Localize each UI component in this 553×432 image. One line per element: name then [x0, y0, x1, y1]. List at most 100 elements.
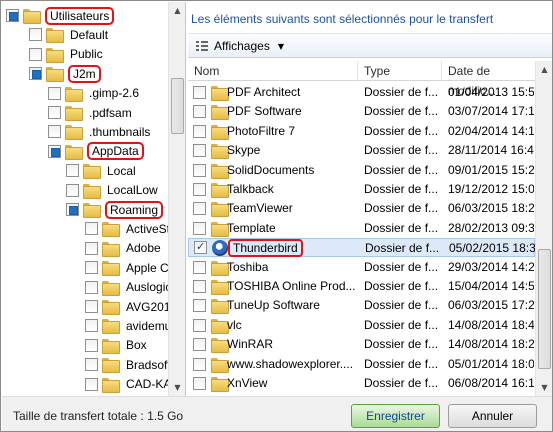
file-checkbox[interactable] [193, 221, 206, 235]
tree-item[interactable]: Box [85, 336, 149, 355]
file-type: Dossier de f... [364, 104, 439, 119]
tree-item-checkbox[interactable] [29, 67, 42, 81]
tree-item[interactable]: avidemux [85, 316, 168, 335]
file-checkbox[interactable] [193, 105, 206, 119]
file-row[interactable]: Thunderbird Dossier de f... 05/02/2015 18:… [188, 238, 535, 258]
file-checkbox[interactable] [193, 144, 206, 158]
tree-item[interactable]: .thumbnails [48, 122, 152, 141]
file-checkbox[interactable] [193, 357, 206, 371]
file-name-cell: PhotoFiltre 7 [227, 122, 360, 141]
tree-item[interactable]: Public [29, 45, 105, 64]
folder-icon [211, 299, 229, 315]
scroll-up-arrow-icon[interactable]: ▲ [536, 61, 552, 78]
file-checkbox[interactable] [193, 377, 206, 390]
pane-divider[interactable] [185, 2, 186, 396]
file-checkbox[interactable] [193, 338, 206, 352]
tree-item[interactable]: AppData [48, 142, 144, 161]
scroll-thumb[interactable] [171, 78, 184, 134]
tree-item-checkbox[interactable] [85, 358, 98, 372]
file-row[interactable]: TuneUp Software Dossier de f... 06/03/2015… [188, 296, 535, 315]
file-checkbox[interactable] [193, 86, 206, 99]
list-scrollbar[interactable]: ▲ ▼ [535, 61, 552, 396]
column-type[interactable]: Type [358, 61, 442, 81]
tree-item-checkbox[interactable] [85, 222, 98, 236]
file-checkbox[interactable] [194, 240, 207, 255]
file-row[interactable]: PDF Architect Dossier de f... 01/04/2013 1… [188, 83, 535, 102]
tree-item-checkbox[interactable] [29, 28, 42, 42]
file-row[interactable]: TOSHIBA Online Prod... Dossier de f... 15/… [188, 277, 535, 296]
tree-item-checkbox[interactable] [85, 377, 98, 391]
file-checkbox[interactable] [193, 318, 206, 332]
file-checkbox[interactable] [193, 124, 206, 138]
file-row[interactable]: Talkback Dossier de f... 19/12/2012 15:06 [188, 180, 535, 199]
tree-scrollbar[interactable]: ▲ ▼ [168, 2, 185, 396]
tree-item-checkbox[interactable] [66, 203, 79, 216]
save-button[interactable]: Enregistrer [351, 404, 440, 428]
file-checkbox[interactable] [193, 299, 206, 313]
tree-item[interactable]: J2m [29, 64, 101, 83]
tree-item-checkbox[interactable] [48, 125, 61, 139]
cancel-button[interactable]: Annuler [448, 404, 537, 428]
tree-item-checkbox[interactable] [85, 300, 98, 313]
file-row[interactable]: TeamViewer Dossier de f... 06/03/2015 18:2… [188, 199, 535, 218]
tree-item[interactable]: CAD-KAS [85, 375, 168, 394]
tree-item-checkbox[interactable] [48, 144, 61, 158]
tree-item[interactable]: Roaming [66, 200, 164, 219]
tree-item-checkbox[interactable] [29, 47, 42, 61]
file-date: 05/02/2015 18:36 [449, 241, 535, 256]
tree-item-checkbox[interactable] [48, 86, 61, 100]
file-checkbox[interactable] [193, 280, 206, 293]
file-row[interactable]: Toshiba Dossier de f... 29/03/2014 14:27 [188, 258, 535, 277]
folder-icon [211, 183, 229, 198]
scroll-thumb[interactable] [538, 249, 551, 369]
file-checkbox[interactable] [193, 183, 206, 196]
tree-item[interactable]: .pdfsam [48, 103, 134, 122]
tree-item[interactable]: Auslogics [85, 278, 168, 297]
file-row[interactable]: PDF Software Dossier de f... 03/07/2014 17… [188, 102, 535, 121]
column-name[interactable]: Nom [188, 61, 358, 81]
file-row[interactable]: SolidDocuments Dossier de f... 09/01/2015 … [188, 161, 535, 180]
file-checkbox[interactable] [193, 202, 206, 216]
tree-item-checkbox[interactable] [6, 9, 19, 22]
file-row[interactable]: WinRAR Dossier de f... 14/08/2014 18:23 [188, 335, 535, 354]
scroll-down-arrow-icon[interactable]: ▼ [536, 379, 552, 396]
file-row[interactable]: XnView Dossier de f... 06/08/2014 16:17 [188, 374, 535, 393]
views-button[interactable]: Affichages ▼ [192, 36, 288, 56]
tree-item[interactable]: Apple Co [85, 258, 168, 277]
tree-item[interactable]: Adobe [85, 239, 163, 258]
tree-item[interactable]: .gimp-2.6 [48, 84, 141, 103]
folder-icon [65, 125, 83, 141]
file-row[interactable]: vlc Dossier de f... 14/08/2014 18:44 [188, 316, 535, 335]
file-date: 02/04/2014 14:18 [448, 123, 534, 138]
tree-item[interactable]: ActiveSta [85, 219, 168, 238]
scroll-down-arrow-icon[interactable]: ▼ [169, 379, 186, 396]
folder-icon [23, 9, 41, 24]
column-date[interactable]: Date de modific... [442, 61, 535, 98]
scroll-up-arrow-icon[interactable]: ▲ [169, 2, 186, 19]
file-name: Template [227, 220, 276, 235]
tree-item-checkbox[interactable] [85, 241, 98, 255]
tree-item-checkbox[interactable] [85, 338, 98, 352]
tree-item[interactable]: AVG2015 [85, 297, 168, 316]
file-row[interactable]: Template Dossier de f... 28/02/2013 09:34 [188, 219, 535, 238]
tree-item[interactable]: LocalLow [66, 181, 160, 200]
file-name-cell: vlc [227, 316, 360, 335]
file-row[interactable]: www.shadowexplorer.... Dossier de f... 05/… [188, 355, 535, 374]
tree-item-checkbox[interactable] [66, 183, 79, 197]
tree-item[interactable]: Bradsoft. [85, 355, 168, 374]
file-row[interactable]: Skype Dossier de f... 28/11/2014 16:45 [188, 141, 535, 160]
file-checkbox[interactable] [193, 163, 206, 177]
folder-icon [83, 203, 101, 218]
tree-item-checkbox[interactable] [85, 280, 98, 294]
tree-item-checkbox[interactable] [85, 261, 98, 275]
tree-item[interactable]: Local [66, 161, 138, 180]
file-row[interactable]: PhotoFiltre 7 Dossier de f... 02/04/2014 1… [188, 122, 535, 141]
tree-item[interactable]: Utilisateurs [6, 6, 115, 25]
tree-item-checkbox[interactable] [85, 319, 98, 333]
file-type: Dossier de f... [364, 143, 439, 158]
tree-item-checkbox[interactable] [66, 164, 79, 178]
file-checkbox[interactable] [193, 260, 206, 274]
tree-item-label: Adobe [126, 241, 161, 256]
tree-item[interactable]: Default [29, 25, 110, 44]
tree-item-checkbox[interactable] [48, 106, 61, 119]
